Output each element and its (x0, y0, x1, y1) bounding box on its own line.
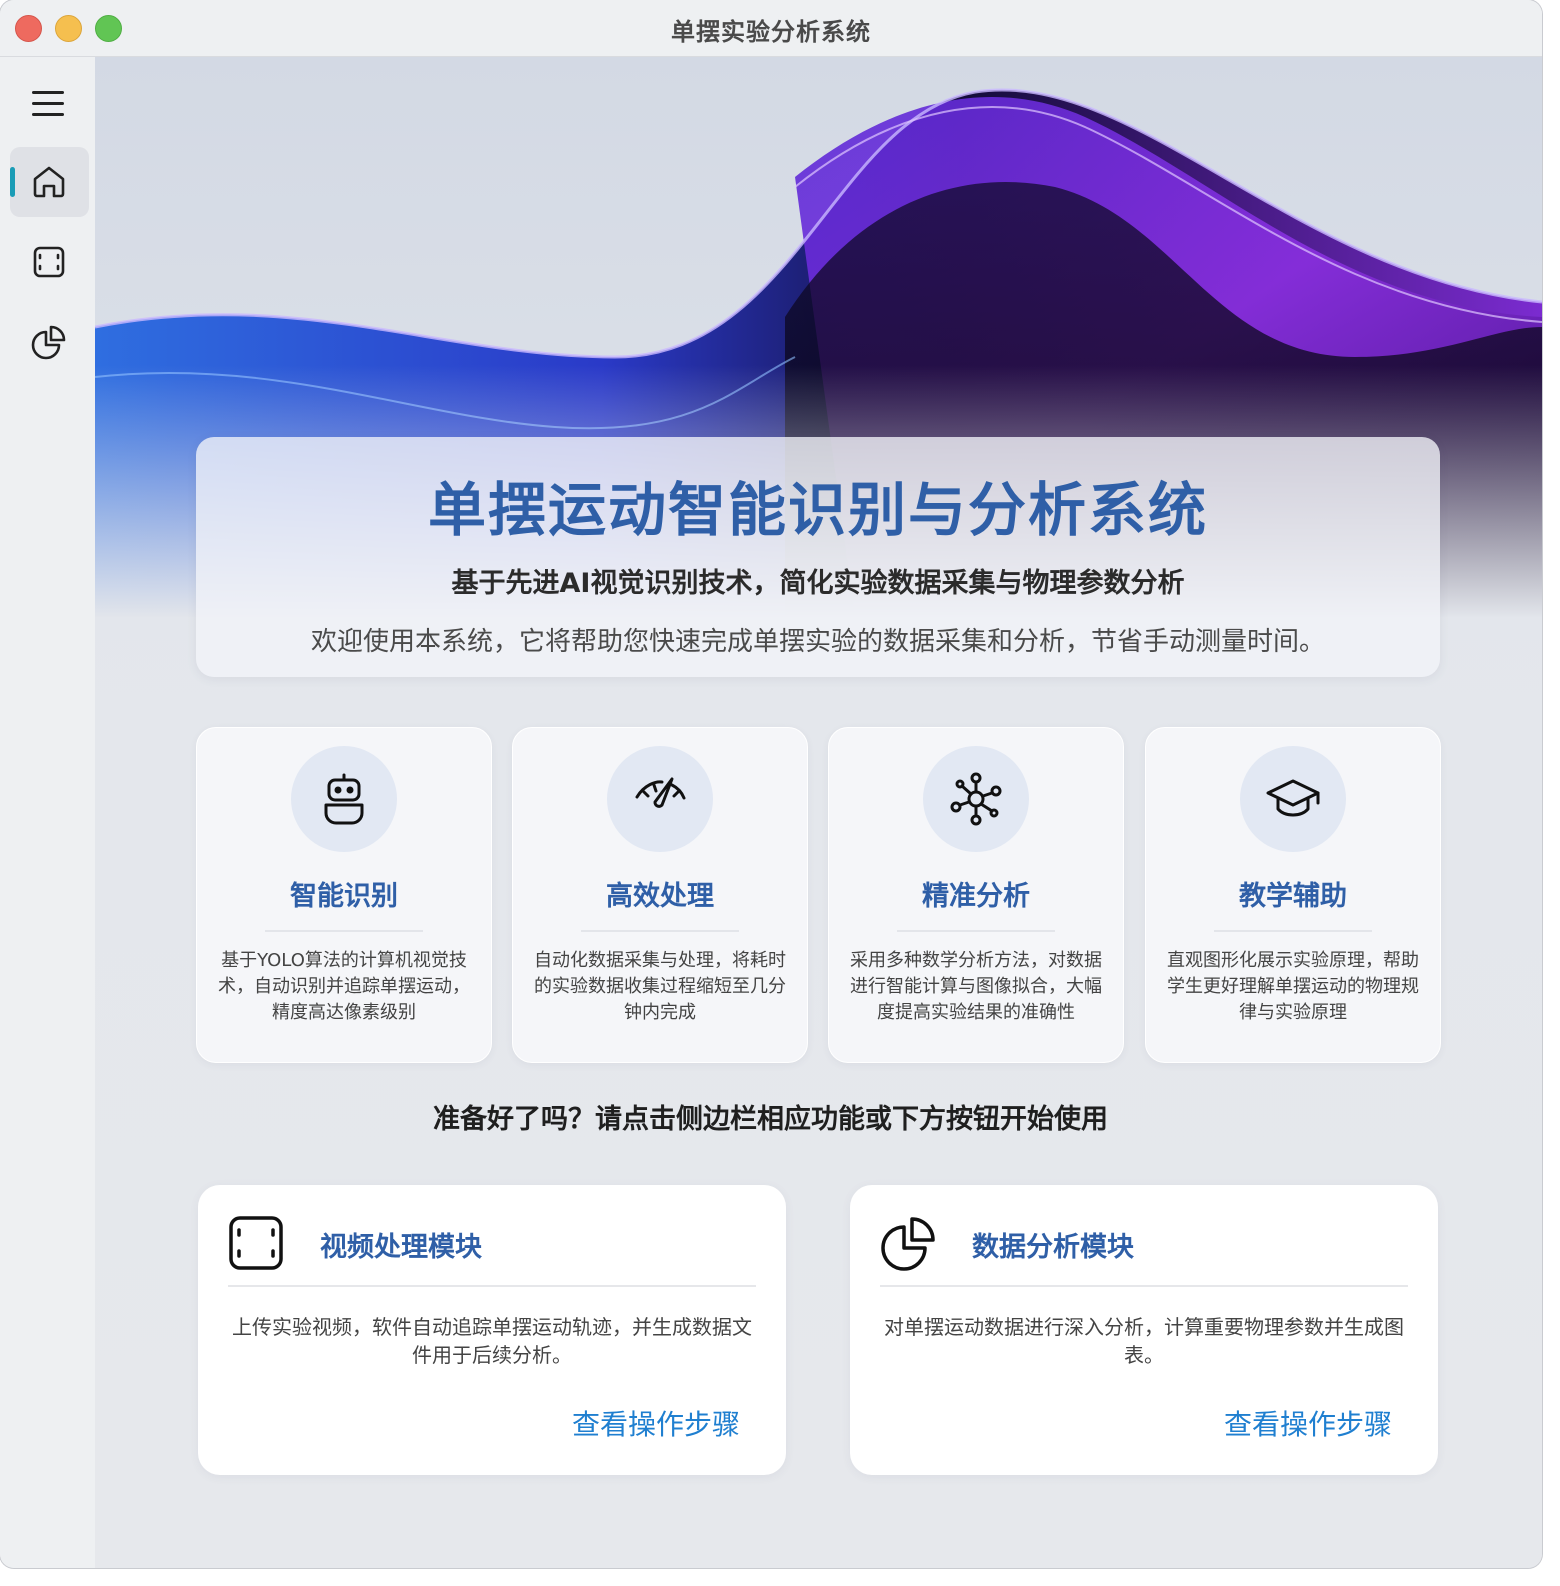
main-content: 单摆运动智能识别与分析系统 基于先进AI视觉识别技术，简化实验数据采集与物理参数… (95, 57, 1542, 1568)
window-title: 单摆实验分析系统 (671, 18, 871, 46)
feature-card-analysis: 精准分析 采用多种数学分析方法，对数据进行智能计算与图像拟合，大幅度提高实验结果… (828, 727, 1124, 1063)
feature-title: 高效处理 (606, 881, 714, 912)
feature-divider (897, 930, 1055, 932)
module-divider (228, 1285, 756, 1287)
robot-icon (324, 773, 364, 825)
feature-card-teaching: 教学辅助 直观图形化展示实验原理，帮助学生更好理解单摆运动的物理规律与实验原理 (1145, 727, 1441, 1063)
feature-description: 基于YOLO算法的计算机视觉技术，自动识别并追踪单摆运动，精度高达像素级别 (218, 950, 470, 1023)
feature-title: 教学辅助 (1239, 881, 1347, 912)
sidebar (0, 57, 95, 1568)
network-icon (950, 772, 1002, 826)
active-indicator (10, 167, 15, 197)
app-window: 单摆实验分析系统 单摆运动智能识别与分析系统 基于先进AI视觉识别技术，简化实验… (0, 0, 1542, 1568)
module-card-analysis: 数据分析模块 对单摆运动数据进行深入分析，计算重要物理参数并生成图表。 查看操作… (850, 1185, 1438, 1475)
film-icon (33, 246, 65, 278)
module-card-video: 视频处理模块 上传实验视频，软件自动追踪单摆运动轨迹，并生成数据文件用于后续分析… (198, 1185, 786, 1475)
graduation-cap-icon (1266, 779, 1320, 817)
menu-toggle-button[interactable] (30, 91, 66, 117)
hero-title: 单摆运动智能识别与分析系统 (427, 476, 1208, 544)
hero-description: 欢迎使用本系统，它将帮助您快速完成单摆实验的数据采集和分析，节省手动测量时间。 (310, 627, 1325, 657)
feature-card-recognition: 智能识别 基于YOLO算法的计算机视觉技术，自动识别并追踪单摆运动，精度高达像素… (196, 727, 492, 1063)
module-description: 对单摆运动数据进行深入分析，计算重要物理参数并生成图表。 (884, 1315, 1404, 1367)
call-to-action-label: 准备好了吗？请点击侧边栏相应功能或下方按钮开始使用 (433, 1104, 1108, 1135)
sidebar-item-analysis[interactable] (10, 307, 89, 377)
call-to-action-text: 准备好了吗？请点击侧边栏相应功能或下方按钮开始使用 (95, 1097, 1542, 1136)
feature-title: 智能识别 (290, 881, 398, 912)
feature-divider (1214, 930, 1372, 932)
view-steps-link[interactable]: 查看操作步骤 (1224, 1403, 1392, 1443)
pie-chart-icon (31, 325, 66, 360)
feature-icon-badge (1240, 746, 1346, 852)
feature-card-efficiency: 高效处理 自动化数据采集与处理，将耗时的实验数据收集过程缩短至几分钟内完成 (512, 727, 808, 1063)
speedometer-icon (635, 777, 686, 808)
module-title: 数据分析模块 (972, 1232, 1134, 1263)
film-icon (229, 1216, 283, 1270)
module-title: 视频处理模块 (320, 1232, 482, 1263)
home-icon (33, 166, 65, 198)
feature-description: 采用多种数学分析方法，对数据进行智能计算与图像拟合，大幅度提高实验结果的准确性 (850, 950, 1102, 1023)
hero-subtitle: 基于先进AI视觉识别技术，简化实验数据采集与物理参数分析 (451, 568, 1185, 599)
pie-chart-icon (881, 1217, 935, 1271)
feature-divider (265, 930, 423, 932)
module-divider (880, 1285, 1408, 1287)
feature-description: 自动化数据采集与处理，将耗时的实验数据收集过程缩短至几分钟内完成 (534, 950, 786, 1023)
title-bar: 单摆实验分析系统 (0, 0, 1542, 57)
feature-title: 精准分析 (922, 881, 1030, 912)
feature-icon-badge (291, 746, 397, 852)
sidebar-item-video[interactable] (10, 227, 89, 297)
sidebar-item-home[interactable] (10, 147, 89, 217)
module-description: 上传实验视频，软件自动追踪单摆运动轨迹，并生成数据文件用于后续分析。 (232, 1315, 752, 1367)
view-steps-link[interactable]: 查看操作步骤 (572, 1403, 740, 1443)
feature-divider (581, 930, 739, 932)
hero-card: 单摆运动智能识别与分析系统 基于先进AI视觉识别技术，简化实验数据采集与物理参数… (196, 437, 1440, 677)
feature-icon-badge (923, 746, 1029, 852)
feature-description: 直观图形化展示实验原理，帮助学生更好理解单摆运动的物理规律与实验原理 (1167, 950, 1419, 1023)
feature-icon-badge (607, 746, 713, 852)
